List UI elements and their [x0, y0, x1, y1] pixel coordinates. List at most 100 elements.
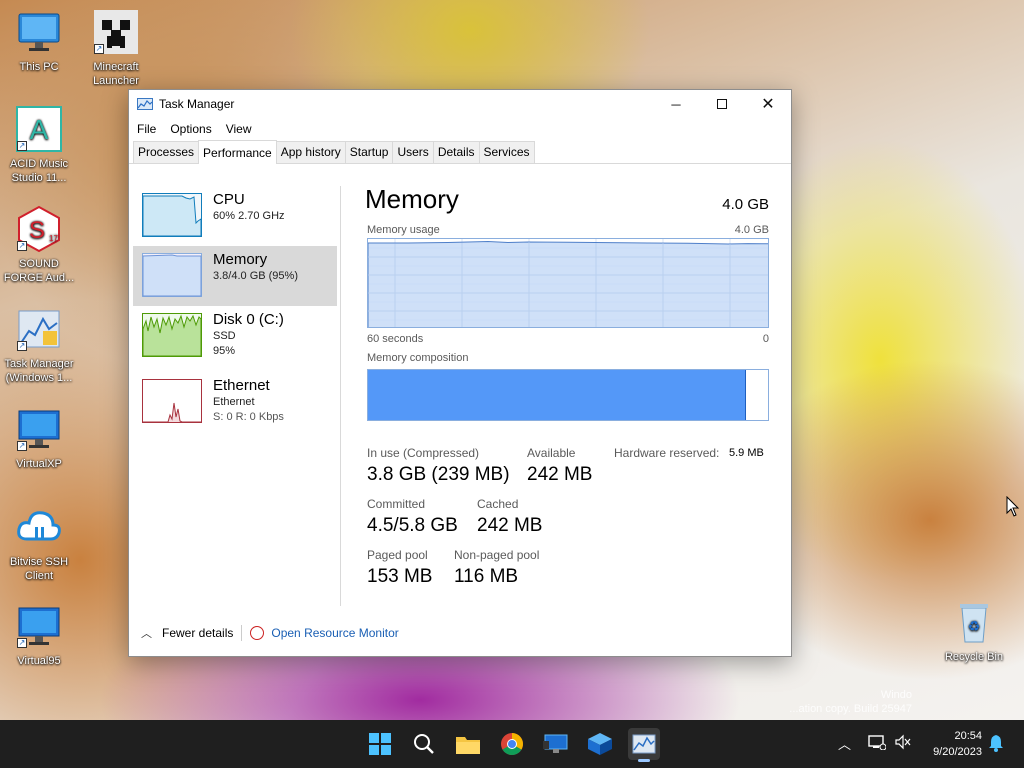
desktop-icon-label: Virtual95: [17, 655, 61, 667]
tab-app-history[interactable]: App history: [275, 141, 346, 163]
tab-startup[interactable]: Startup: [344, 141, 394, 163]
resource-detail: Ethernet: [213, 396, 255, 408]
cached-value: 242 MB: [477, 515, 543, 536]
desktop-icon-virtualxp[interactable]: ↗ VirtualXP: [1, 405, 77, 471]
remote-desktop-button[interactable]: [540, 728, 572, 760]
resource-item-cpu[interactable]: CPU 60% 2.70 GHz: [133, 186, 337, 246]
desktop-icon-minecraft-launcher[interactable]: ↗ Minecraft Launcher: [78, 8, 154, 88]
svg-text:A: A: [30, 114, 49, 145]
desktop-icon-label: Task Manager (Windows 1...: [4, 358, 74, 384]
tab-bar: Processes Performance App history Startu…: [129, 140, 791, 164]
desktop-icon-recycle-bin[interactable]: ♻ Recycle Bin: [936, 598, 1012, 664]
shortcut-arrow-icon: ↗: [17, 638, 27, 648]
footer-separator: [241, 625, 243, 641]
desktop-icon-label: Bitvise SSH Client: [9, 556, 69, 582]
shortcut-arrow-icon: ↗: [94, 44, 104, 54]
desktop-icon-sound-forge[interactable]: S 17 ↗ SOUND FORGE Aud...: [1, 205, 77, 285]
memory-mini-graph: [142, 253, 202, 297]
menu-file[interactable]: File: [137, 122, 156, 136]
windows-watermark: Windo ...ation copy. Build 25947: [789, 688, 912, 716]
computer-icon: [15, 8, 63, 56]
task-manager-taskbar-button[interactable]: [628, 728, 660, 762]
resource-detail: 3.8/4.0 GB (95%): [213, 270, 298, 282]
chevron-up-icon[interactable]: ︿: [838, 734, 851, 753]
chevron-up-icon: ︿: [141, 628, 152, 640]
monitor-icon: [543, 734, 568, 753]
title-bar[interactable]: Task Manager ─ ✕: [129, 90, 791, 118]
sound-forge-icon: S 17 ↗: [15, 205, 63, 253]
search-button[interactable]: [408, 728, 440, 760]
available-value: 242 MB: [527, 464, 593, 485]
task-manager-icon: [632, 734, 656, 754]
resource-list: CPU 60% 2.70 GHz Memory 3.8/4.0 GB (95%)…: [129, 186, 341, 606]
virtualbox-button[interactable]: [584, 728, 616, 760]
resource-item-disk[interactable]: Disk 0 (C:) SSD 95%: [133, 306, 337, 366]
start-button[interactable]: [364, 728, 396, 760]
maximize-button[interactable]: [699, 90, 745, 118]
committed-value: 4.5/5.8 GB: [367, 515, 458, 536]
open-resource-monitor-link[interactable]: Open Resource Monitor: [250, 626, 399, 640]
desktop-icon-this-pc[interactable]: This PC: [1, 8, 77, 74]
tab-users[interactable]: Users: [392, 141, 434, 163]
hardware-reserved-label: Hardware reserved:: [614, 446, 720, 460]
minimize-button[interactable]: ─: [653, 90, 699, 118]
network-icon[interactable]: [868, 734, 887, 753]
desktop-icon-label: This PC: [19, 61, 59, 73]
minecraft-icon: ↗: [92, 8, 140, 56]
desktop-icon-label: SOUND FORGE Aud...: [3, 258, 75, 284]
menu-options[interactable]: Options: [170, 122, 211, 136]
task-manager-window: Task Manager ─ ✕ File Options View Proce…: [128, 89, 792, 657]
chrome-icon: [501, 733, 523, 755]
acid-music-icon: A ↗: [15, 105, 63, 153]
system-clock[interactable]: 20:54 9/20/2023: [933, 728, 982, 760]
resource-detail: 60% 2.70 GHz: [213, 210, 285, 222]
folder-icon: [456, 737, 480, 754]
resource-monitor-label: Open Resource Monitor: [271, 626, 399, 640]
clock-date: 9/20/2023: [933, 746, 982, 758]
memory-composition-bar[interactable]: [367, 369, 769, 421]
close-icon: ✕: [761, 96, 775, 113]
desktop-icon-acid-music-studio[interactable]: A ↗ ACID Music Studio 11...: [1, 105, 77, 185]
tab-performance[interactable]: Performance: [198, 140, 277, 164]
resource-name: Memory: [213, 251, 268, 268]
svg-text:S: S: [29, 217, 45, 244]
file-explorer-button[interactable]: [452, 728, 484, 760]
graph-time-right: 0: [762, 333, 769, 345]
tab-details[interactable]: Details: [432, 141, 480, 163]
resource-item-memory[interactable]: Memory 3.8/4.0 GB (95%): [133, 246, 337, 306]
minimize-icon: ─: [671, 96, 681, 112]
virtual-pc-icon: ↗: [15, 602, 63, 650]
notification-bell-icon[interactable]: [988, 734, 1004, 755]
menu-view[interactable]: View: [226, 122, 252, 136]
mouse-cursor-icon: [1006, 496, 1020, 517]
non-paged-pool-value: 116 MB: [454, 566, 519, 587]
desktop-icon-task-manager[interactable]: ↗ Task Manager (Windows 1...: [1, 305, 77, 385]
pane-divider[interactable]: [340, 186, 341, 606]
desktop-icon-bitvise-ssh[interactable]: Bitvise SSH Client: [1, 503, 77, 583]
tab-processes[interactable]: Processes: [133, 141, 200, 163]
footer-bar: ︿ Fewer details Open Resource Monitor: [129, 620, 791, 646]
memory-usage-max: 4.0 GB: [734, 224, 769, 236]
recycle-bin-icon: ♻: [950, 598, 998, 646]
paged-pool-value: 153 MB: [367, 566, 433, 587]
memory-in-use-segment[interactable]: [368, 370, 746, 420]
memory-details-pane: Memory 4.0 GB Memory usage 4.0 GB 60 sec…: [365, 184, 769, 606]
memory-title: Memory: [365, 184, 459, 214]
taskbar: ︿ 20:54 9/20/2023: [0, 720, 1024, 768]
resource-item-ethernet[interactable]: Ethernet Ethernet S: 0 R: 0 Kbps: [133, 372, 337, 432]
tab-services[interactable]: Services: [478, 141, 535, 163]
memory-total: 4.0 GB: [722, 196, 769, 213]
resource-name: Disk 0 (C:): [213, 311, 284, 328]
task-manager-icon: ↗: [15, 305, 63, 353]
non-paged-pool-label: Non-paged pool: [454, 548, 540, 562]
in-use-value: 3.8 GB (239 MB): [367, 464, 510, 485]
available-label: Available: [527, 446, 576, 460]
volume-muted-icon[interactable]: [894, 734, 912, 753]
svg-text:♻: ♻: [968, 618, 981, 634]
chrome-button[interactable]: [496, 728, 528, 760]
fewer-details-button[interactable]: ︿ Fewer details: [141, 625, 233, 641]
close-button[interactable]: ✕: [745, 90, 791, 118]
watermark-line: ...ation copy. Build 25947: [789, 703, 912, 715]
desktop-icon-virtual95[interactable]: ↗ Virtual95: [1, 602, 77, 668]
resource-name: CPU: [213, 191, 245, 208]
